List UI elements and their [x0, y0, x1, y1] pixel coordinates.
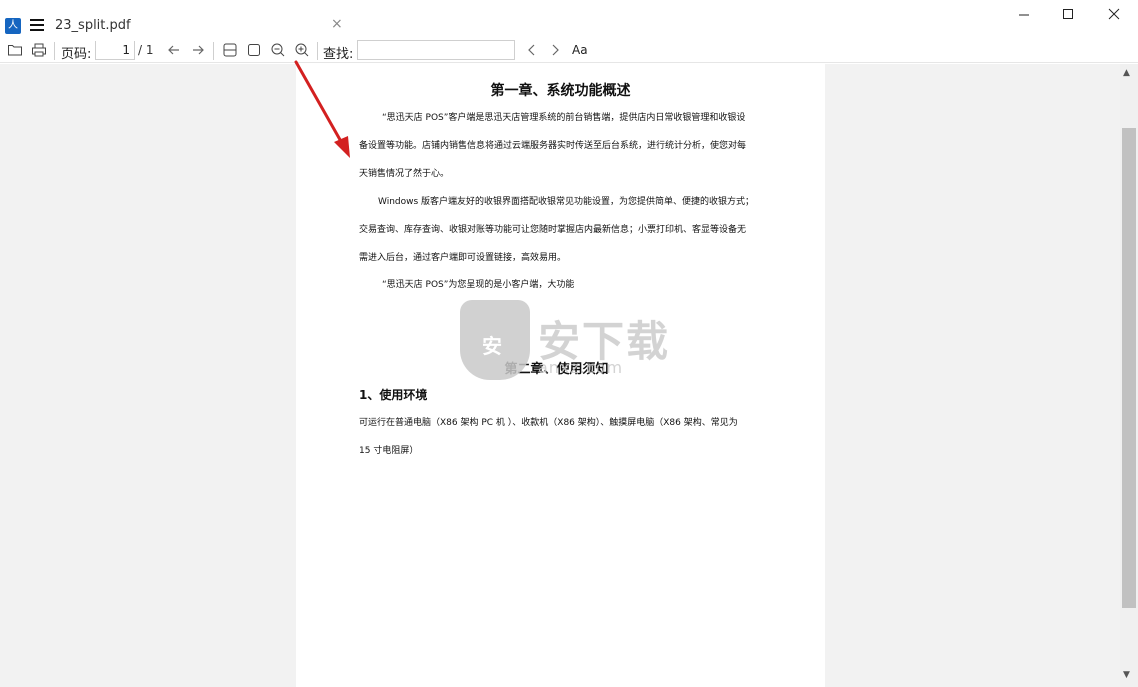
section-title: 1、使用环境: [359, 388, 428, 402]
fit-width-icon[interactable]: [222, 42, 238, 58]
shield-icon: 安: [460, 300, 530, 380]
search-input[interactable]: [357, 40, 515, 60]
match-case-icon[interactable]: Aa: [572, 43, 588, 57]
find-label: 查找:: [323, 47, 354, 62]
paragraph-line: Windows 版客户端友好的收银界面搭配收银常见功能设置，为您提供简单、便捷的…: [378, 197, 755, 207]
zoom-out-icon[interactable]: [270, 42, 286, 58]
paragraph-line: “思迅天店 POS”客户端是思迅天店管理系统的前台销售端，提供店内日常收银管理和…: [382, 113, 746, 123]
toolbar-divider: [54, 42, 55, 60]
paragraph-line: “思迅天店 POS”为您呈现的是小客户端，大功能: [382, 280, 575, 290]
scrollbar-thumb[interactable]: [1122, 128, 1136, 608]
paragraph-line: 天销售情况了然于心。: [359, 169, 450, 179]
title-bar: 人 23_split.pdf ×: [0, 0, 1138, 36]
print-icon[interactable]: [31, 42, 47, 58]
document-tab-title[interactable]: 23_split.pdf: [55, 18, 131, 33]
open-folder-icon[interactable]: [7, 42, 23, 58]
scroll-up-icon[interactable]: ▲: [1123, 68, 1130, 78]
arrow-right-icon[interactable]: [190, 42, 206, 58]
toolbar-divider: [213, 42, 214, 60]
search-prev-icon[interactable]: [524, 42, 540, 58]
paragraph-line: 15 寸电阻屏）: [359, 446, 419, 456]
minimize-icon: [1019, 14, 1029, 16]
scroll-down-icon[interactable]: ▼: [1123, 670, 1130, 680]
chapter-title: 第一章、系统功能概述: [490, 83, 631, 99]
app-logo-icon: 人: [5, 18, 21, 34]
page-label: 页码:: [61, 47, 92, 62]
page-total: / 1: [138, 43, 154, 57]
search-next-icon[interactable]: [547, 42, 563, 58]
minimize-button[interactable]: [1011, 4, 1037, 28]
vertical-scrollbar[interactable]: ▲ ▼: [1120, 64, 1138, 687]
maximize-button[interactable]: [1055, 4, 1081, 28]
paragraph-line: 可运行在普通电脑（X86 架构 PC 机 ）、收款机（X86 架构）、触摸屏电脑…: [359, 418, 738, 428]
close-window-button[interactable]: [1101, 4, 1127, 28]
hamburger-menu-icon[interactable]: [30, 19, 44, 31]
maximize-icon: [1063, 9, 1073, 19]
toolbar: 页码: 1 / 1 查找: Aa: [0, 38, 1138, 63]
fit-page-icon[interactable]: [246, 42, 262, 58]
close-icon: [1108, 8, 1120, 20]
page-number-input[interactable]: 1: [95, 41, 135, 60]
paragraph-line: 需进入后台，通过客户端即可设置链接，高效易用。: [359, 253, 567, 263]
watermark-subtext: anxz.com: [538, 358, 624, 377]
arrow-left-icon[interactable]: [166, 42, 182, 58]
tab-close-icon[interactable]: ×: [331, 16, 343, 32]
watermark-logo: 安 安下载 anxz.com: [460, 300, 680, 382]
paragraph-line: 备设置等功能。店铺内销售信息将通过云端服务器实时传送至后台系统，进行统计分析，使…: [359, 141, 747, 151]
paragraph-line: 交易查询、库存查询、收银对账等功能可让您随时掌握店内最新信息；小票打印机、客显等…: [359, 225, 747, 235]
zoom-in-icon[interactable]: [294, 42, 310, 58]
toolbar-divider: [317, 42, 318, 60]
